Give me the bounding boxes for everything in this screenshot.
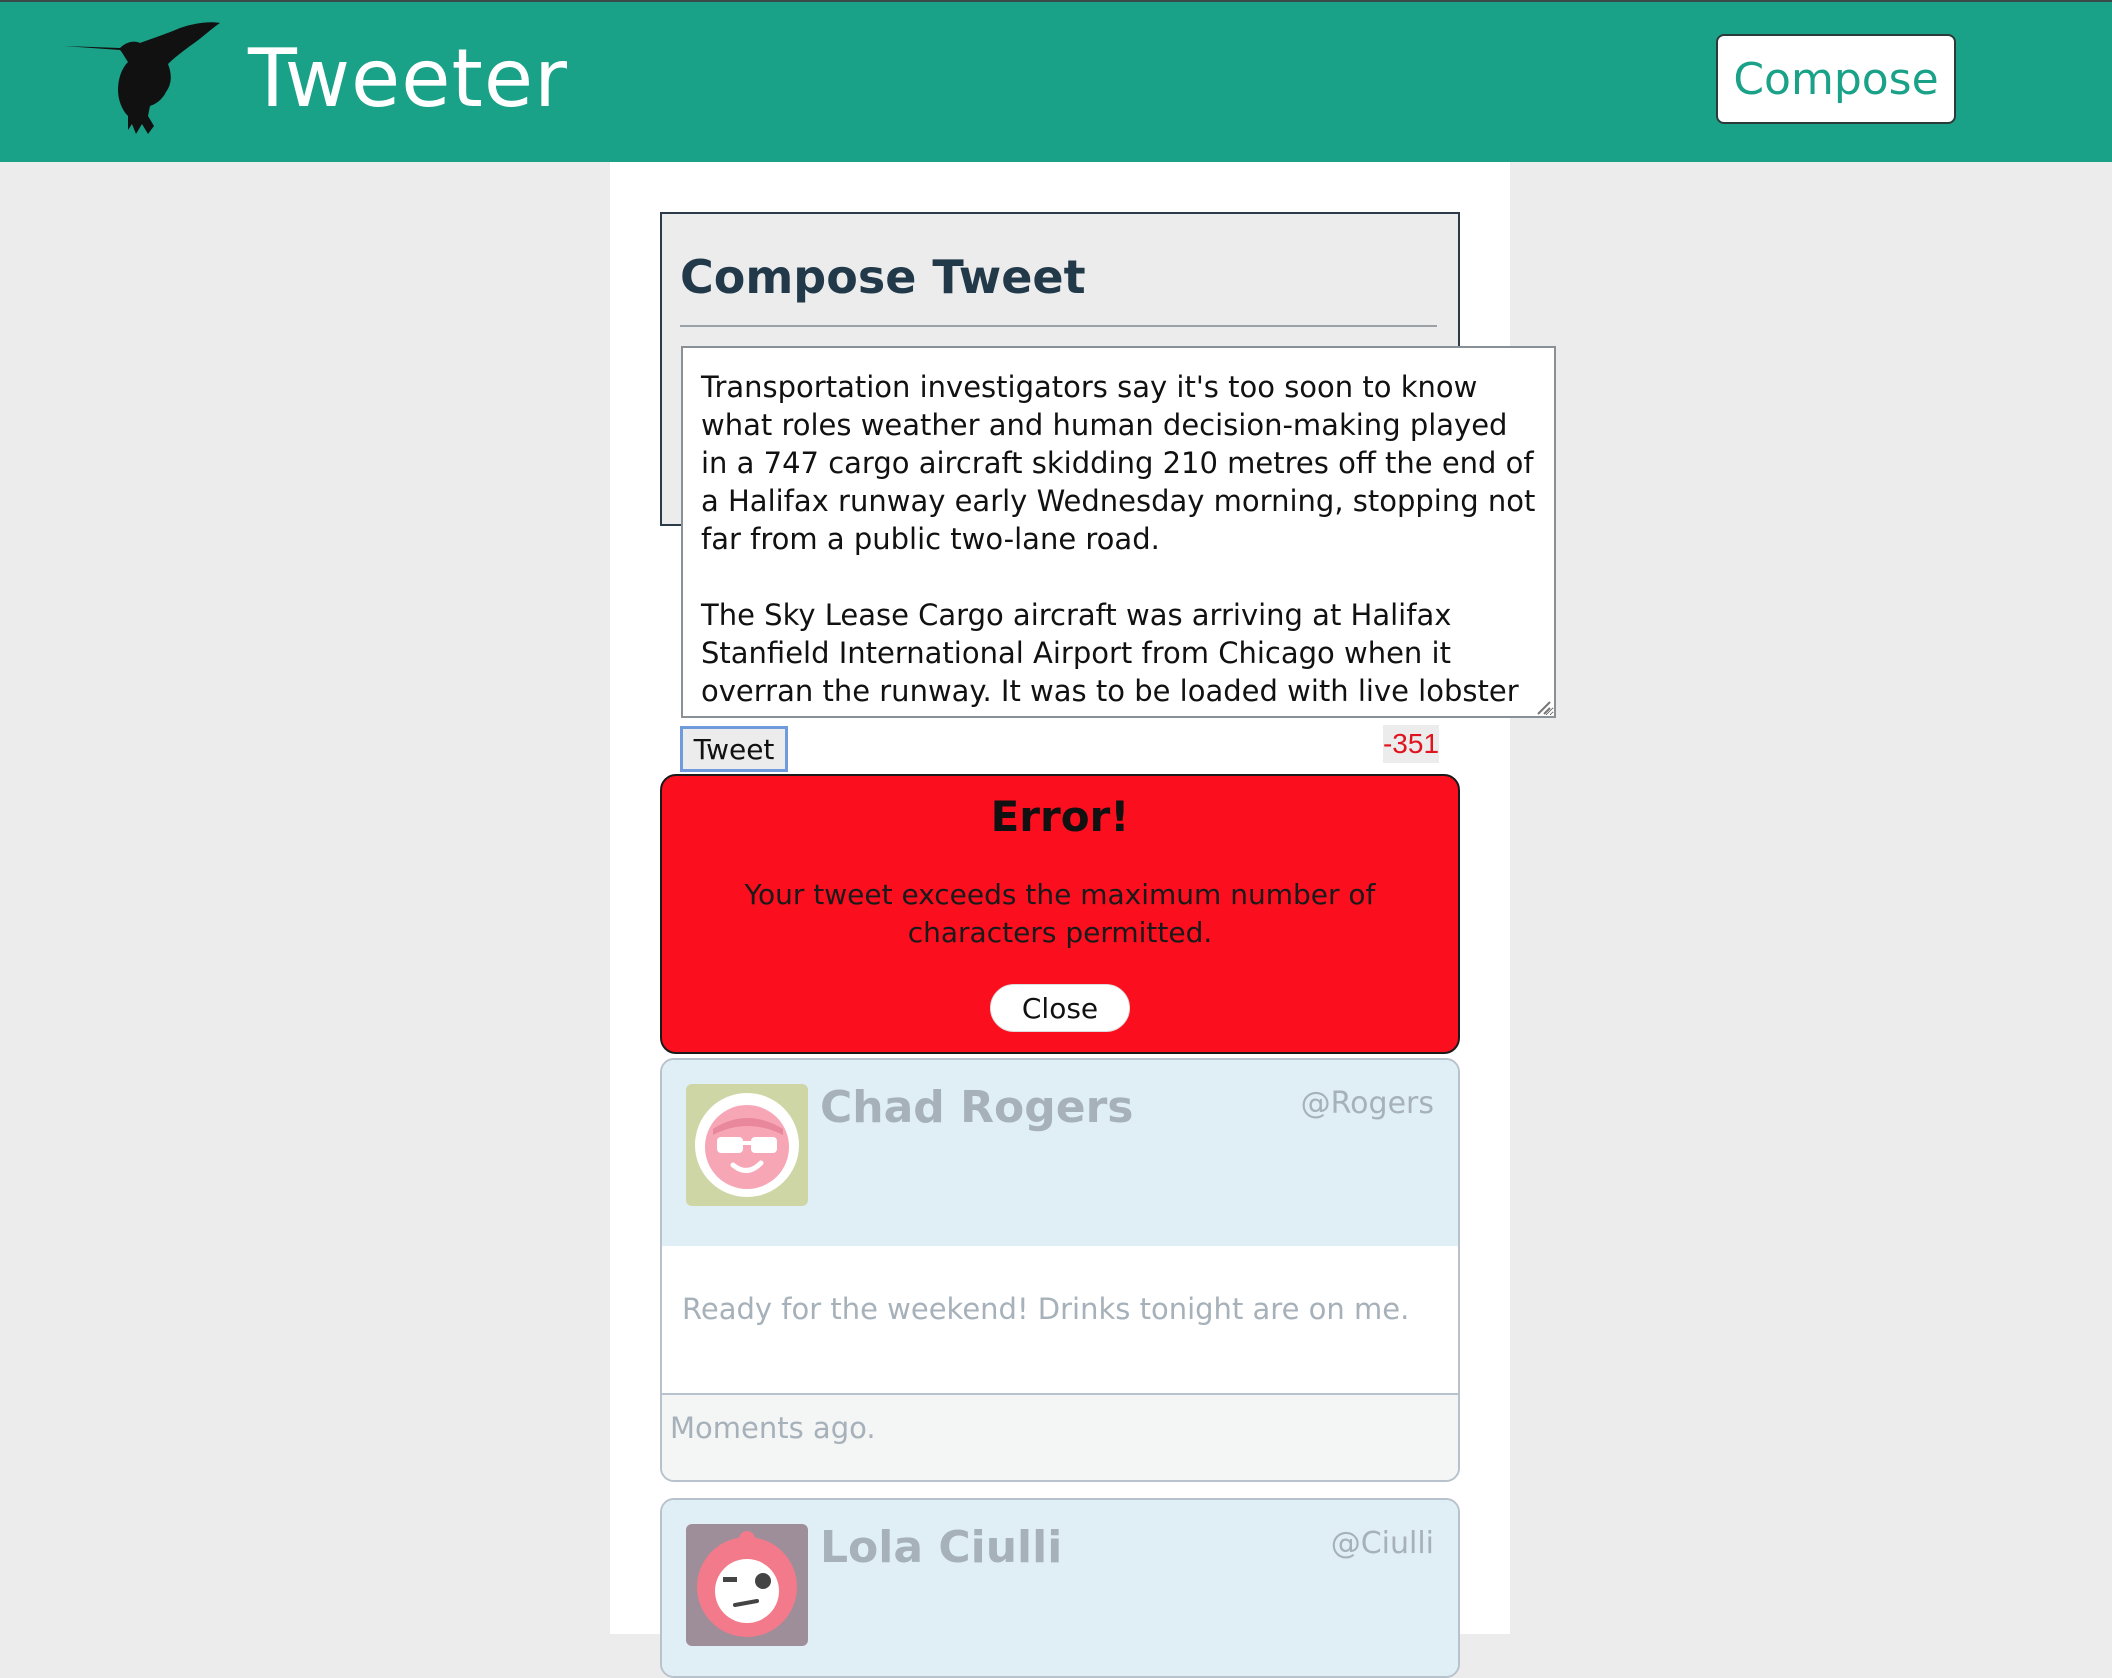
tweet-header: Lola Ciulli @Ciulli <box>662 1500 1458 1676</box>
tweet-text: Ready for the weekend! Drinks tonight ar… <box>682 1292 1410 1326</box>
divider <box>680 325 1437 327</box>
resize-handle-icon[interactable] <box>1534 698 1552 716</box>
compose-tweet-title: Compose Tweet <box>680 250 1086 304</box>
compose-button[interactable]: Compose <box>1716 34 1956 124</box>
close-button[interactable]: Close <box>990 984 1130 1032</box>
tweet-header: Chad Rogers @Rogers <box>662 1060 1458 1246</box>
error-title: Error! <box>990 792 1130 841</box>
tweet-author-handle: @Rogers <box>1300 1086 1434 1121</box>
tweet-footer: Moments ago. <box>662 1393 1458 1480</box>
error-message: Your tweet exceeds the maximum number of… <box>744 878 1376 949</box>
app-title: Tweeter <box>248 32 568 125</box>
top-navbar: Tweeter Compose <box>0 0 2112 162</box>
winking-face-icon <box>697 1531 797 1637</box>
tweet-author-name: Lola Ciulli <box>820 1522 1063 1573</box>
avatar <box>686 1084 808 1206</box>
tweet-timestamp: Moments ago. <box>670 1411 876 1445</box>
character-counter: -351 <box>1383 725 1439 763</box>
error-alert: Error! Your tweet exceeds the maximum nu… <box>660 774 1460 1054</box>
hummingbird-icon <box>64 22 220 134</box>
tweet-button[interactable]: Tweet <box>680 726 788 772</box>
tweet-card: Chad Rogers @Rogers Ready for the weeken… <box>660 1058 1460 1482</box>
tweet-author-handle: @Ciulli <box>1330 1526 1434 1561</box>
tweet-textarea[interactable]: Transportation investigators say it's to… <box>681 346 1556 718</box>
avatar <box>686 1524 808 1646</box>
tweet-card: Lola Ciulli @Ciulli <box>660 1498 1460 1678</box>
tweet-author-name: Chad Rogers <box>820 1082 1134 1133</box>
sunglasses-face-icon <box>695 1093 799 1197</box>
